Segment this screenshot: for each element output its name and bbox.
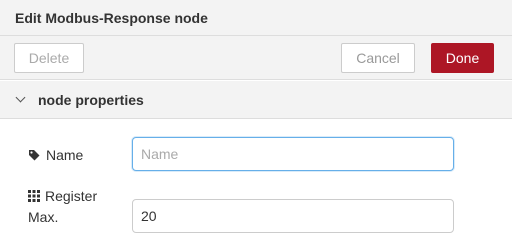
chevron-down-icon (15, 92, 26, 103)
name-input[interactable] (132, 137, 454, 171)
form-row-name: Name (0, 137, 512, 173)
dialog-titlebar: Edit Modbus-Response node (0, 0, 512, 36)
name-label: Name (28, 147, 83, 163)
done-button[interactable]: Done (431, 43, 494, 73)
tag-icon (29, 150, 40, 161)
form-row-register-max: Register Max. (0, 183, 512, 237)
cancel-button[interactable]: Cancel (341, 43, 415, 73)
dialog-toolbar: Delete Cancel Done (0, 36, 512, 80)
register-max-label: Register Max. (28, 186, 118, 228)
grid-icon (28, 190, 40, 202)
section-label: node properties (38, 91, 144, 108)
node-properties-header[interactable]: node properties (0, 81, 512, 119)
name-label-text: Name (46, 147, 84, 163)
dialog-title: Edit Modbus-Response node (15, 9, 208, 26)
delete-button[interactable]: Delete (14, 43, 84, 73)
register-max-input[interactable] (132, 199, 454, 233)
